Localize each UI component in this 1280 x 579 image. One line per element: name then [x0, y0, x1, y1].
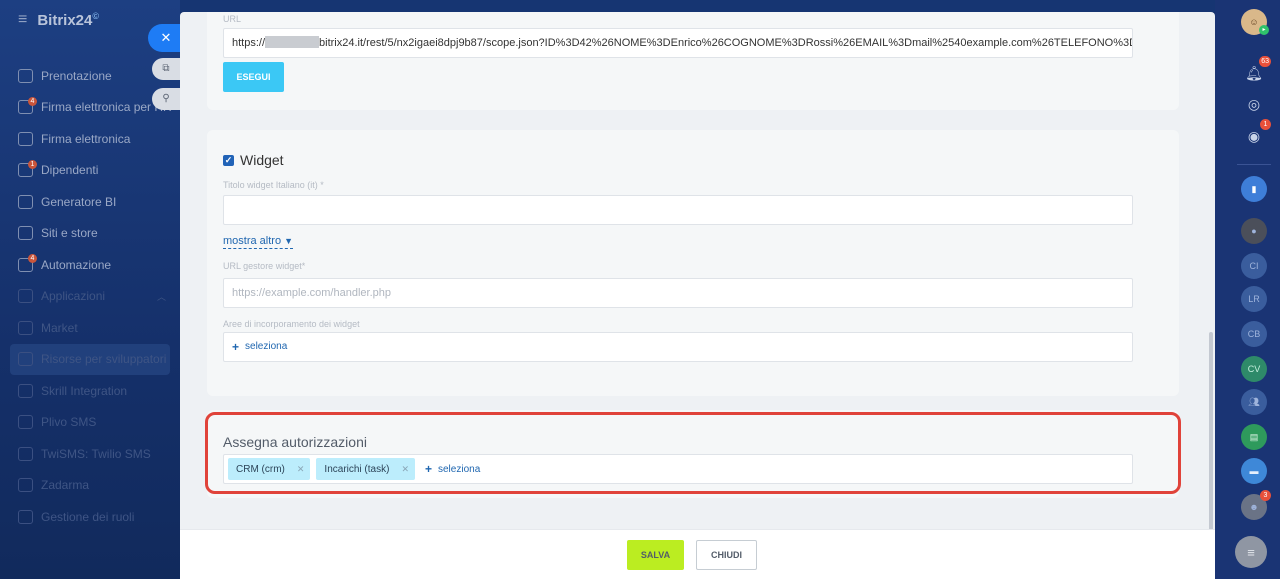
embed-areas-selector[interactable]: + seleziona: [223, 332, 1133, 362]
copy-link-button[interactable]: ⚲: [152, 88, 180, 110]
select-embed-areas-link[interactable]: + seleziona: [232, 333, 287, 361]
app-icon: [18, 415, 33, 430]
sidebar-menu: Prenotazione 4 Firma elettronica per HR F…: [0, 60, 180, 533]
chevron-down-icon: ▼: [284, 236, 294, 246]
notifications-badge: 63: [1259, 56, 1271, 67]
counter-badge: 4: [28, 96, 37, 106]
pen-icon: [18, 131, 33, 146]
play-icon: ▸: [1259, 25, 1269, 35]
widget-title-label: Titolo widget Italiano (it) *: [223, 180, 324, 190]
widget-card: ✓ Widget Titolo widget Italiano (it) * m…: [207, 130, 1179, 396]
sidebar-item-twisms[interactable]: TwiSMS: Twilio SMS: [0, 438, 180, 470]
rail-divider: [1237, 164, 1271, 165]
run-button[interactable]: ESEGUI: [223, 62, 284, 92]
contact-avatar-ci[interactable]: CI: [1241, 253, 1267, 279]
code-icon: [18, 352, 33, 367]
form-footer: SALVA CHIUDI: [180, 529, 1215, 579]
support-chat-button[interactable]: ▬: [1241, 458, 1267, 484]
avatar-icon: ☻: [1249, 502, 1259, 512]
market-icon: [18, 320, 33, 335]
app-icon: [18, 478, 33, 493]
brand-logo[interactable]: Bitrix24©: [37, 11, 99, 29]
permissions-highlight-frame: [205, 412, 1181, 494]
sidebar-item-siti-store[interactable]: Siti e store: [0, 218, 180, 250]
bell-icon: 🔔︎: [1245, 64, 1263, 81]
hamburger-icon: ≡: [1247, 544, 1255, 560]
card-icon: ▤: [1249, 431, 1259, 442]
sidebar-item-applicazioni[interactable]: Applicazioni ︿: [0, 281, 180, 313]
sidebar-item-risorse-sviluppatori[interactable]: Risorse per sviluppatori: [10, 343, 170, 375]
user-avatar[interactable]: ☺ ▸: [1241, 9, 1269, 35]
redacted-mask: [265, 36, 320, 48]
checkbox-checked-icon[interactable]: ✓: [223, 154, 234, 166]
open-channel-button[interactable]: ▤: [1241, 424, 1267, 450]
close-icon: ✕: [160, 30, 172, 45]
group-chat-button[interactable]: 👥︎: [1241, 389, 1267, 415]
spiral-icon: ◎: [1247, 95, 1261, 112]
message-icon: ▬: [1249, 466, 1259, 476]
close-slider-button[interactable]: ✕: [148, 24, 184, 52]
user-avatar-2[interactable]: ☻ 3: [1241, 490, 1271, 520]
save-button[interactable]: SALVA: [627, 540, 684, 570]
menu-icon[interactable]: ≡: [18, 11, 27, 29]
url-card: URL https://bitrix24.it/rest/5/nx2igaei8…: [207, 12, 1179, 110]
chevron-up-icon: ︿: [156, 291, 166, 302]
chat-button[interactable]: ◉ 1: [1241, 119, 1271, 149]
sidebar-item-zadarma[interactable]: Zadarma: [0, 470, 180, 502]
embed-areas-label: Aree di incorporamento dei widget: [223, 319, 360, 329]
app-settings-slider: URL https://bitrix24.it/rest/5/nx2igaei8…: [180, 12, 1215, 579]
top-header: [180, 0, 1215, 12]
counter-badge: 4: [28, 254, 37, 263]
handler-url-label: URL gestore widget*: [223, 261, 306, 271]
app-icon: [18, 446, 33, 461]
app-icon: [18, 383, 33, 398]
counter-badge: 1: [28, 159, 37, 169]
url-field[interactable]: https://bitrix24.it/rest/5/nx2igaei8dpj9…: [223, 28, 1133, 58]
chat-badge: 1: [1260, 119, 1271, 130]
right-rail: ☺ ▸ 🔔︎ 63 ◎ ◉ 1 ▮ ● CI LR CB CV 👥︎ ▤ ▬ ☻…: [1215, 0, 1280, 579]
sidebar-item-gestione-ruoli[interactable]: Gestione dei ruoli: [0, 501, 180, 533]
bookmark-icon: ▮: [1251, 183, 1257, 194]
external-link-icon: ⧉: [162, 63, 170, 74]
left-sidebar: ≡ Bitrix24© Prenotazione 4 Firma elettron…: [0, 0, 180, 579]
sidebar-item-dipendenti[interactable]: 1 Dipendenti: [0, 155, 180, 187]
contact-avatar-cv[interactable]: CV: [1241, 356, 1267, 382]
bookmark-button[interactable]: ▮: [1241, 176, 1267, 202]
contact-avatar-lr[interactable]: LR: [1241, 286, 1267, 312]
contact-avatar-1[interactable]: ●: [1241, 218, 1267, 244]
sidebar-item-firma[interactable]: Firma elettronica: [0, 123, 180, 155]
app-icon: [18, 509, 33, 524]
sidebar-item-market[interactable]: Market: [0, 312, 180, 344]
chart-icon: [18, 194, 33, 209]
user-badge: 3: [1260, 490, 1271, 501]
link-icon: ⚲: [162, 93, 170, 104]
widget-checkbox-label: Widget: [240, 152, 284, 168]
url-label: URL: [223, 14, 242, 24]
notifications-button[interactable]: 🔔︎ 63: [1241, 56, 1271, 86]
calendar-icon: [18, 68, 33, 83]
copilot-button[interactable]: ◎: [1241, 91, 1267, 117]
chat-icon: ◉: [1247, 127, 1261, 144]
sidebar-item-skrill[interactable]: Skrill Integration: [0, 375, 180, 407]
avatar-icon: ☺: [1249, 17, 1259, 27]
show-more-link[interactable]: mostra altro ▼: [223, 235, 294, 249]
plus-icon: +: [232, 340, 240, 354]
open-new-window-button[interactable]: ⧉: [152, 58, 180, 80]
widget-checkbox-row[interactable]: ✓ Widget: [223, 152, 284, 168]
cart-icon: [18, 226, 33, 241]
sidebar-item-automazione[interactable]: 4 Automazione: [0, 249, 180, 281]
more-menu-button[interactable]: ≡: [1235, 536, 1267, 568]
avatar-icon: ●: [1251, 226, 1257, 236]
widget-title-input[interactable]: [223, 195, 1133, 225]
contact-avatar-cb[interactable]: CB: [1241, 321, 1267, 347]
apps-icon: [18, 289, 33, 304]
sidebar-item-plivo[interactable]: Plivo SMS: [0, 407, 180, 439]
sidebar-item-generatore-bi[interactable]: Generatore BI: [0, 186, 180, 218]
close-button[interactable]: CHIUDI: [696, 540, 757, 570]
group-icon: 👥︎: [1248, 396, 1260, 407]
handler-url-input[interactable]: https://example.com/handler.php: [223, 278, 1133, 308]
